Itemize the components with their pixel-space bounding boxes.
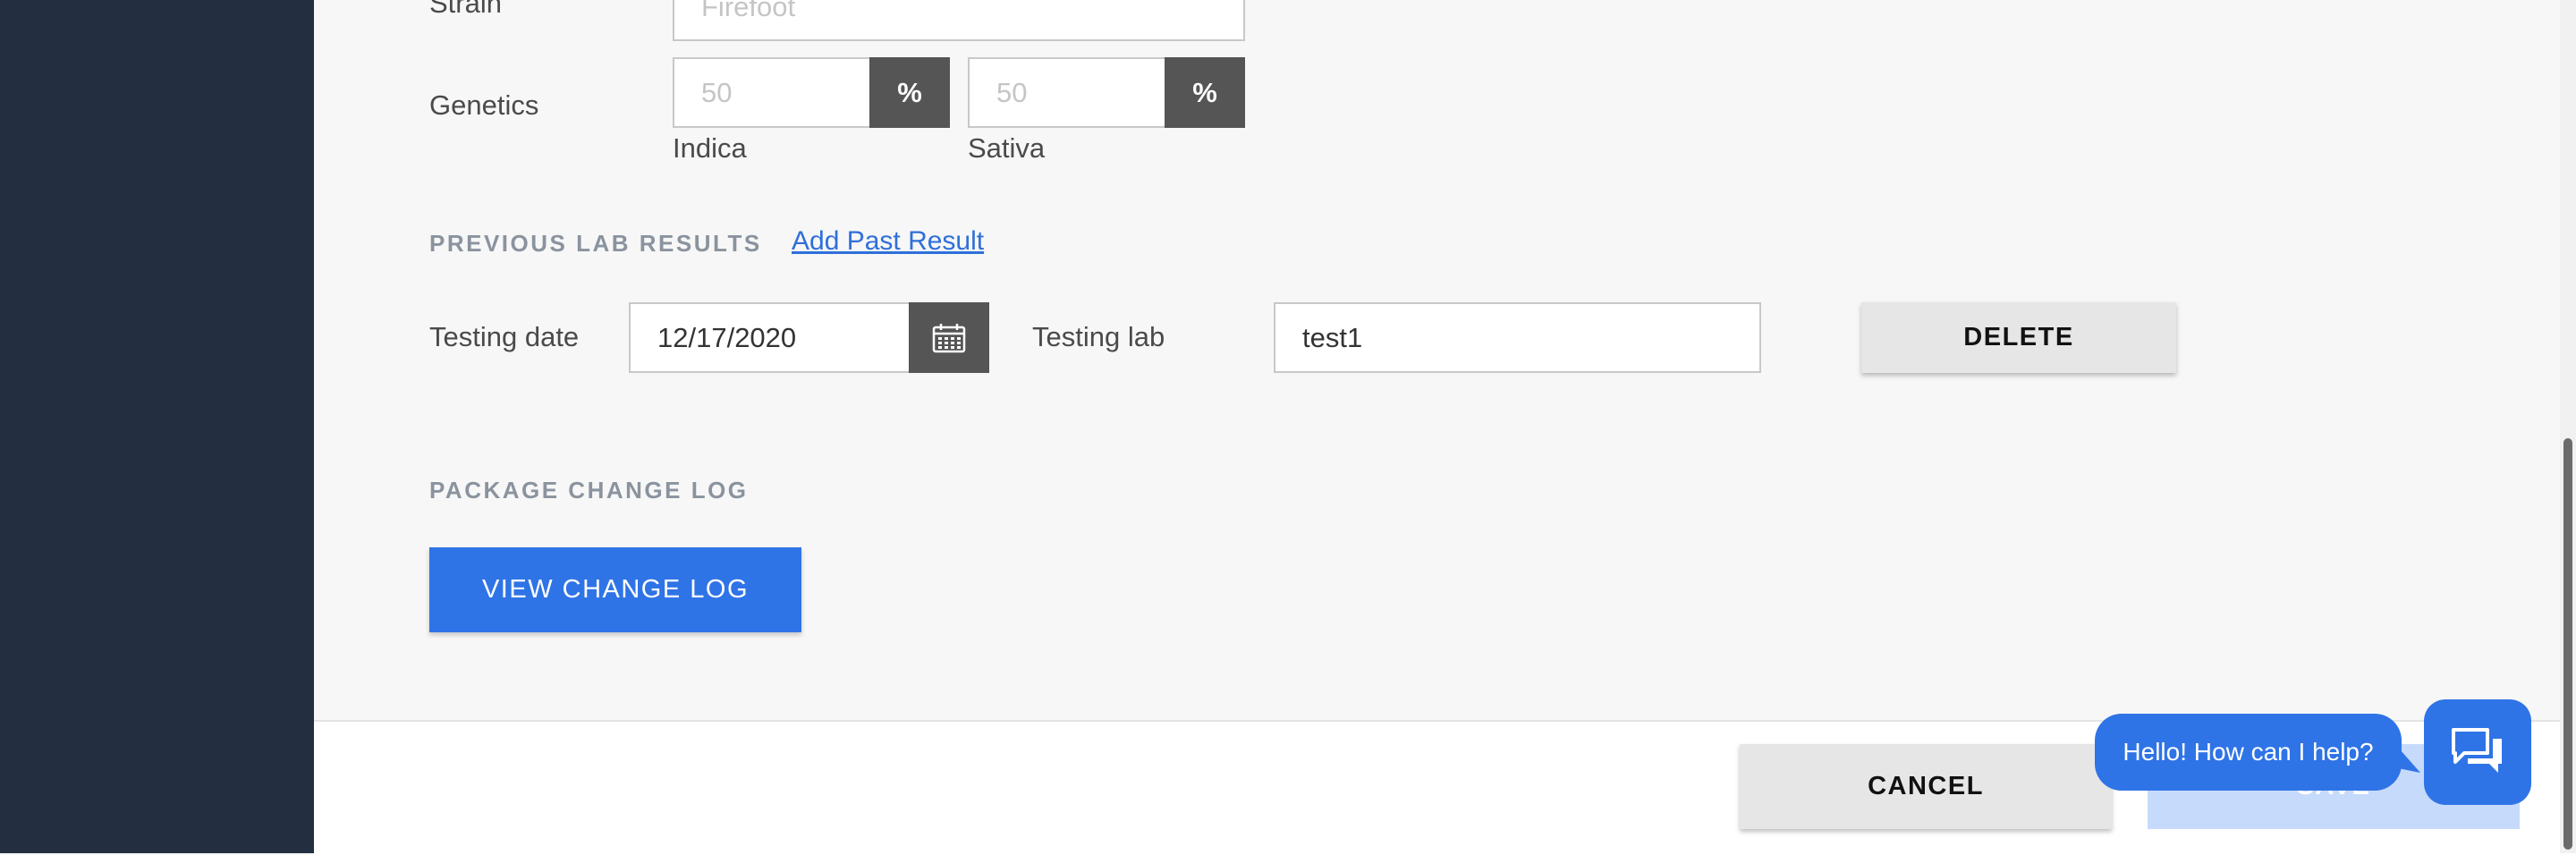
testing-lab-label: Testing lab: [1032, 321, 1165, 352]
sativa-label: Sativa: [968, 132, 1046, 164]
testing-lab-value: test1: [1302, 321, 1363, 353]
indica-input[interactable]: 50: [673, 57, 871, 128]
package-change-log-heading: PACKAGE CHANGE LOG: [429, 477, 749, 504]
calendar-icon: [932, 323, 966, 352]
indica-label: Indica: [673, 132, 747, 164]
strain-placeholder: Firefoot: [701, 0, 796, 22]
sativa-placeholder: 50: [996, 76, 1028, 108]
calendar-button[interactable]: [909, 302, 989, 373]
strain-label: Strain: [429, 0, 502, 19]
cancel-button[interactable]: CANCEL: [1740, 744, 2112, 829]
scrollbar-thumb[interactable]: [2563, 438, 2572, 850]
chat-greeting-bubble[interactable]: Hello! How can I help?: [2095, 714, 2402, 791]
chat-launcher-button[interactable]: [2424, 699, 2531, 805]
indica-placeholder: 50: [701, 76, 733, 108]
chat-greeting-text: Hello! How can I help?: [2123, 738, 2374, 766]
genetics-label: Genetics: [429, 89, 539, 121]
previous-lab-results-heading: PREVIOUS LAB RESULTS: [429, 230, 762, 257]
testing-lab-input[interactable]: test1: [1274, 302, 1761, 373]
add-past-result-link[interactable]: Add Past Result: [792, 226, 984, 257]
sativa-percent-addon: %: [1165, 57, 1245, 128]
chat-icon: [2452, 728, 2502, 773]
strain-input[interactable]: Firefoot: [673, 0, 1245, 41]
delete-button[interactable]: DELETE: [1861, 302, 2176, 373]
view-change-log-button[interactable]: VIEW CHANGE LOG: [429, 547, 801, 632]
sidebar: [0, 0, 314, 853]
indica-percent-addon: %: [869, 57, 950, 128]
sativa-input[interactable]: 50: [968, 57, 1166, 128]
chat-bubble-tail: [2394, 742, 2420, 773]
testing-date-input[interactable]: 12/17/2020: [629, 302, 911, 373]
testing-date-value: 12/17/2020: [657, 321, 797, 353]
testing-date-label: Testing date: [429, 321, 580, 352]
